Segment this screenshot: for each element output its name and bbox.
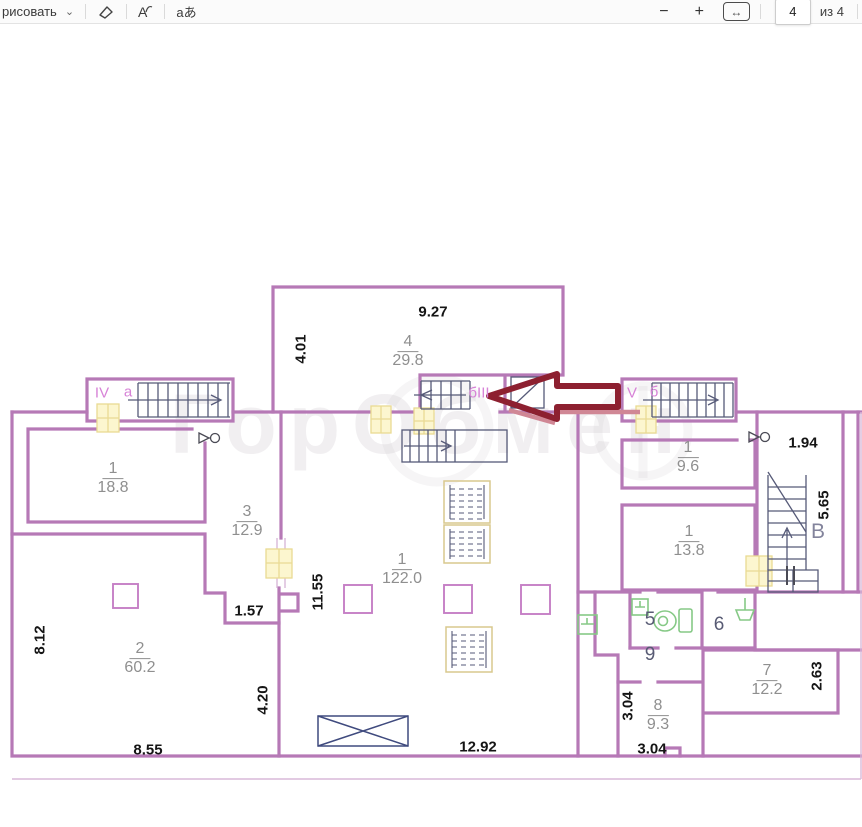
- zoom-out-button[interactable]: −: [646, 3, 681, 21]
- toolbar-divider: [164, 4, 165, 19]
- eraser-button[interactable]: [90, 1, 122, 23]
- draw-tool-button[interactable]: рисовать ⌄: [0, 2, 81, 21]
- read-aloud-icon: аあ: [176, 2, 196, 21]
- toolbar-left-group: рисовать ⌄ A аあ: [0, 0, 204, 23]
- toolbar-divider: [85, 4, 86, 19]
- toolbar-divider: [126, 4, 127, 19]
- staircase-iva: [128, 383, 230, 417]
- page-number-input[interactable]: [775, 0, 811, 25]
- text-tool-button[interactable]: A: [131, 2, 160, 22]
- zoom-in-button[interactable]: +: [682, 3, 717, 21]
- toolbar-divider: [857, 4, 858, 19]
- columns: [113, 584, 550, 614]
- pdf-toolbar: рисовать ⌄ A аあ − + ↔ из 4: [0, 0, 862, 24]
- toolbar-right-group: − + ↔ из 4: [646, 0, 862, 25]
- document-canvas[interactable]: ГорОбмен: [0, 0, 862, 827]
- pen-icon: [145, 4, 153, 14]
- toilet-icon: [654, 609, 692, 632]
- hatch-boxes: [444, 481, 492, 672]
- chevron-down-icon: ⌄: [65, 5, 74, 18]
- toolbar-divider: [760, 4, 761, 19]
- thin-contour: [12, 412, 861, 779]
- fixture-square-wc: [632, 599, 648, 615]
- plumbing-fixtures: [578, 598, 754, 634]
- window-symbols: [97, 404, 772, 586]
- staircase-biii: [414, 381, 470, 409]
- eraser-icon: [97, 3, 115, 21]
- sink-icon: [736, 598, 754, 620]
- draw-tool-label: рисовать: [2, 4, 57, 19]
- read-aloud-button[interactable]: аあ: [169, 0, 203, 23]
- fit-width-icon: ↔: [723, 2, 750, 21]
- page-count-label: из 4: [820, 4, 844, 19]
- floor-plan-svg: [0, 0, 862, 827]
- door-symbol: [199, 433, 220, 443]
- walls: [12, 287, 862, 756]
- fit-width-button[interactable]: ↔: [717, 2, 756, 21]
- door-symbol: [749, 432, 770, 442]
- crossed-box: [318, 716, 408, 746]
